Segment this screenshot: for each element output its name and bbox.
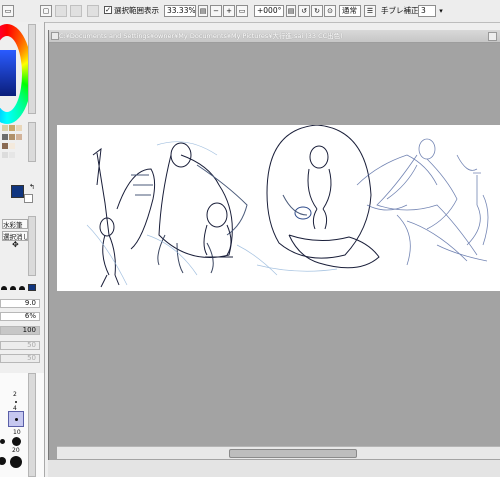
flip-icon[interactable]: ☰ [364, 5, 376, 17]
size-label: 10 [13, 429, 21, 436]
brush-size-dot[interactable] [15, 401, 17, 403]
brush-size-dot[interactable] [0, 457, 6, 465]
drawing-paper[interactable] [57, 124, 500, 291]
angle-field[interactable]: +000° [254, 5, 284, 17]
canvas-window: C:¥Documents and Settings¥owner¥My Docum… [48, 30, 500, 460]
swatch[interactable] [9, 143, 15, 149]
top-toolbar: ▭ ▢ ✓ 選択範囲表示 33.33% ▤ − + ▭ +000° ▤ ↺ ↻ … [0, 0, 500, 23]
zoom-out-button[interactable]: − [210, 5, 222, 17]
selected-brush-size[interactable] [8, 411, 24, 427]
redo-icon[interactable] [70, 5, 82, 17]
brush-shape-icon[interactable] [1, 286, 7, 290]
rotate-reset-icon[interactable]: ⊙ [324, 5, 336, 17]
swatch[interactable] [2, 125, 8, 131]
zoom-field[interactable]: 33.33% [164, 5, 196, 17]
show-selection-label: 選択範囲表示 [114, 6, 159, 15]
horizontal-scroll-thumb[interactable] [229, 449, 357, 458]
angle-menu-icon[interactable]: ▤ [286, 5, 296, 17]
brush-size-scrollbar[interactable] [28, 373, 36, 477]
tool-watercolor[interactable]: 水彩筆 [2, 219, 28, 229]
brush-size-dot[interactable] [12, 437, 21, 446]
density-field[interactable]: 100 [0, 326, 40, 335]
main-color-box[interactable] [11, 185, 24, 198]
brush-size-dot[interactable] [10, 456, 22, 468]
brush-shape-icon[interactable] [19, 286, 25, 290]
saturation-value-square[interactable] [0, 50, 16, 96]
brush-shape-icon[interactable] [10, 286, 16, 290]
panel-scrollbar[interactable] [28, 24, 36, 114]
swatch-scrollbar[interactable] [28, 122, 36, 162]
rotate-ccw-icon[interactable]: ↺ [298, 5, 310, 17]
sketch-drawing [86, 124, 489, 288]
brush-size-field[interactable]: 9.0 [0, 299, 40, 308]
dilution-field: 50 [0, 354, 40, 363]
brush-size-palette: 2 4 10 20 [0, 373, 44, 477]
min-size-field[interactable]: 6% [0, 312, 40, 321]
left-tool-panel: ↰ 水彩筆 選択消し ✥ 9.0 6% 100 50 50 2 4 10 20 [0, 22, 45, 477]
chevron-down-icon[interactable]: ▾ [437, 5, 445, 17]
swatch[interactable] [9, 134, 15, 140]
tool-scrollbar[interactable] [28, 216, 36, 276]
swatch[interactable] [16, 134, 22, 140]
swatch[interactable] [9, 152, 15, 158]
blend-field: 50 [0, 341, 40, 350]
stabilizer-select[interactable]: 3 [418, 5, 436, 17]
zoom-menu-icon[interactable]: ▤ [198, 5, 208, 17]
swatch[interactable] [9, 125, 15, 131]
size-label: 20 [12, 447, 20, 454]
horizontal-scrollbar[interactable] [57, 446, 500, 459]
rotate-left-icon[interactable]: ▢ [40, 5, 52, 17]
secondary-color-box[interactable] [24, 194, 33, 203]
stabilizer-label: 手ブレ補正 [381, 6, 419, 15]
zoom-in-button[interactable]: + [223, 5, 235, 17]
undo-icon[interactable] [55, 5, 67, 17]
move-tool-icon[interactable]: ✥ [12, 240, 19, 249]
swatch[interactable] [2, 143, 8, 149]
status-strip [48, 460, 500, 477]
swap-colors-icon[interactable]: ↰ [29, 183, 35, 191]
close-icon[interactable] [488, 32, 497, 41]
swatch[interactable] [16, 125, 22, 131]
blend-mode-select[interactable]: 通常 [339, 5, 361, 17]
size-label: 2 [13, 391, 17, 398]
show-selection-checkbox[interactable]: ✓ [104, 6, 112, 14]
canvas-area[interactable] [49, 43, 500, 445]
deselect-icon[interactable] [87, 5, 99, 17]
menu-toggle-icon[interactable]: ▭ [2, 5, 14, 17]
rotate-cw-icon[interactable]: ↻ [311, 5, 323, 17]
canvas-titlebar: C:¥Documents and Settings¥owner¥My Docum… [49, 30, 500, 43]
brush-shape-selected-icon[interactable] [28, 284, 36, 291]
zoom-reset-icon[interactable]: ▭ [236, 5, 248, 17]
swatch[interactable] [2, 134, 8, 140]
canvas-title: C:¥Documents and Settings¥owner¥My Docum… [59, 32, 343, 40]
brush-size-dot[interactable] [0, 439, 5, 444]
window-icon [51, 32, 59, 40]
swatch[interactable] [2, 152, 8, 158]
